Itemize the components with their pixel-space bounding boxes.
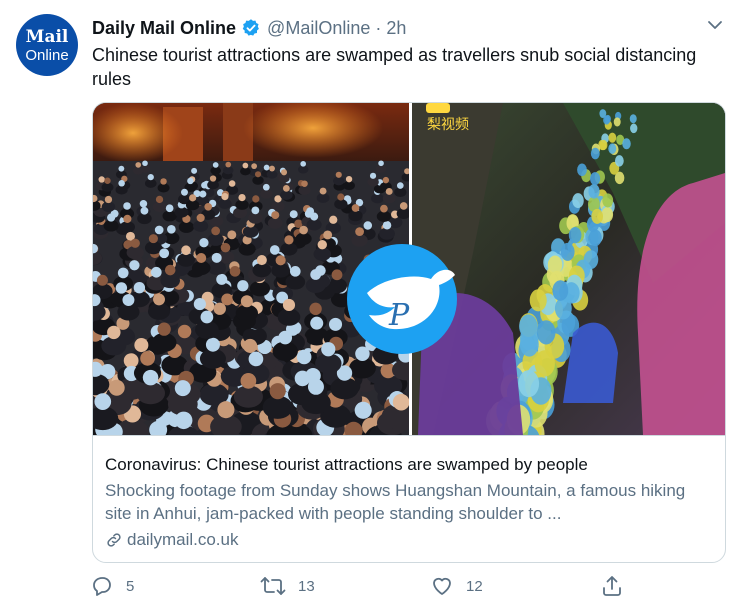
card-image[interactable]: 梨视频 P xyxy=(93,103,725,435)
heart-icon xyxy=(433,577,451,595)
account-name[interactable]: Daily Mail Online xyxy=(92,18,236,39)
card-title[interactable]: Coronavirus: Chinese tourist attractions… xyxy=(105,454,588,476)
tweet-header: Daily Mail Online @MailOnline · 2h xyxy=(92,16,406,40)
share-button[interactable] xyxy=(600,574,624,598)
reply-icon xyxy=(93,577,111,596)
chevron-down-icon[interactable] xyxy=(706,16,724,34)
verified-badge-icon xyxy=(241,18,261,38)
avatar[interactable]: Mail Online xyxy=(16,14,78,76)
like-count: 12 xyxy=(466,577,483,595)
card-photo: 梨视频 P xyxy=(93,103,725,435)
link-icon xyxy=(107,533,121,547)
card-body[interactable]: Coronavirus: Chinese tourist attractions… xyxy=(93,435,725,562)
account-handle[interactable]: @MailOnline xyxy=(267,18,370,39)
reply-button[interactable]: 5 xyxy=(90,574,134,598)
like-button[interactable]: 12 xyxy=(430,574,483,598)
avatar-line1: Mail xyxy=(25,27,69,47)
timestamp[interactable]: 2h xyxy=(386,18,406,39)
separator: · xyxy=(375,17,382,38)
link-card[interactable]: 梨视频 P Coronavirus: Chinese tourist attra… xyxy=(92,102,726,563)
card-domain-text: dailymail.co.uk xyxy=(127,530,239,549)
svg-text:P: P xyxy=(388,298,410,333)
media-watermark-caption: 梨视频 xyxy=(427,117,469,133)
retweet-button[interactable]: 13 xyxy=(260,574,315,598)
card-description: Shocking footage from Sunday shows Huang… xyxy=(105,481,686,523)
share-icon xyxy=(603,576,621,596)
retweet-count: 13 xyxy=(298,577,315,595)
card-domain[interactable]: dailymail.co.uk xyxy=(105,530,239,550)
avatar-line2: Online xyxy=(25,47,69,64)
reply-count: 5 xyxy=(126,577,135,595)
action-bar: 5 13 12 xyxy=(90,574,630,602)
tweet[interactable]: Mail Online Daily Mail Online @MailOnlin… xyxy=(0,0,742,613)
retweet-icon xyxy=(260,577,286,595)
tweet-text: Chinese tourist attractions are swamped … xyxy=(92,45,697,89)
